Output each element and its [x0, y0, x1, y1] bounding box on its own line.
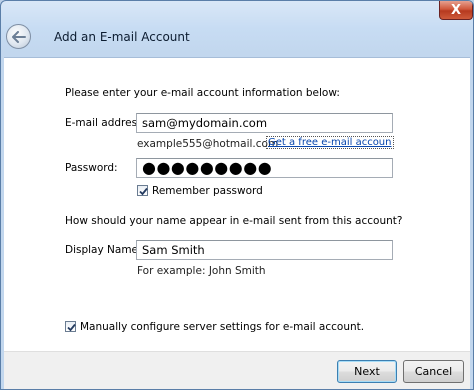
remember-password-label: Remember password: [152, 185, 263, 197]
back-arrow-icon: [11, 30, 26, 43]
password-label: Password:: [65, 162, 118, 174]
display-name-label: Display Name:: [65, 244, 142, 256]
email-label: E-mail address:: [65, 117, 147, 129]
email-field[interactable]: sam@mydomain.com: [136, 113, 393, 133]
free-email-link[interactable]: Get a free e-mail accoun: [266, 136, 394, 149]
close-icon: X: [450, 2, 462, 18]
button-bar: Next Cancel: [4, 351, 470, 389]
manual-config-checkbox[interactable]: [65, 321, 76, 332]
dialog-window: X Add an E-mail Account Please enter you…: [0, 0, 474, 390]
form-panel: Please enter your e-mail account informa…: [4, 57, 470, 351]
close-button[interactable]: X: [439, 1, 473, 20]
remember-password-checkbox[interactable]: [137, 185, 148, 196]
checkmark-icon: [139, 187, 148, 196]
display-name-field[interactable]: Sam Smith: [136, 240, 393, 260]
display-name-example-text: For example: John Smith: [137, 265, 266, 277]
back-button[interactable]: [6, 24, 31, 49]
email-example-text: example555@hotmail.com: [137, 138, 279, 150]
password-field[interactable]: ●●●●●●●●●: [136, 158, 393, 178]
checkmark-icon: [67, 323, 76, 332]
next-button[interactable]: Next: [337, 360, 397, 383]
manual-config-label: Manually configure server settings for e…: [80, 321, 365, 333]
dialog-title: Add an E-mail Account: [54, 30, 190, 44]
cancel-button[interactable]: Cancel: [403, 360, 464, 383]
instructions-text: Please enter your e-mail account informa…: [65, 87, 340, 99]
name-prompt-text: How should your name appear in e-mail se…: [65, 215, 403, 227]
